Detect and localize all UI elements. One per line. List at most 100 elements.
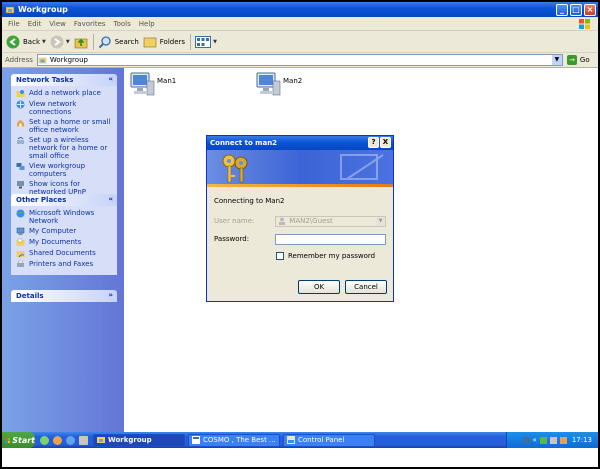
task-setup-wireless-network[interactable]: Set up a wireless network for a home or … — [16, 136, 113, 160]
menu-edit[interactable]: Edit — [28, 20, 42, 28]
computer-man2[interactable]: Man2 — [255, 71, 302, 97]
network-tasks-title: Network Tasks — [16, 76, 74, 84]
task-add-network-place[interactable]: Add a network place — [16, 89, 113, 98]
password-label: Password: — [214, 235, 250, 243]
other-places-header[interactable]: Other Places « — [11, 194, 117, 206]
go-label: Go — [579, 56, 590, 64]
resolution-watermark: [1024x768] http://upic.me/ — [447, 448, 588, 458]
place-my-computer[interactable]: My Computer — [16, 227, 113, 236]
add-network-place-icon — [16, 90, 25, 97]
folders-icon — [143, 37, 157, 47]
network-tasks-panel: Network Tasks « Add a network place View… — [11, 74, 117, 210]
details-panel: Details » — [11, 290, 117, 302]
username-label: User name: — [214, 217, 255, 225]
task-control-panel[interactable]: Control Panel — [283, 433, 375, 447]
chevron-down-icon[interactable]: ▼ — [551, 55, 562, 65]
help-button[interactable]: ? — [368, 137, 379, 148]
task-setup-home-network[interactable]: Set up a home or small office network — [16, 118, 113, 134]
computer-label: Man2 — [283, 77, 303, 85]
my-documents-icon — [16, 238, 25, 246]
place-printers-and-faxes[interactable]: Printers and Faxes — [16, 260, 113, 269]
quicklaunch-icon[interactable] — [53, 435, 62, 445]
close-button[interactable]: × — [584, 3, 596, 16]
views-icon — [195, 35, 212, 48]
chevron-down-icon[interactable]: ▼ — [213, 39, 217, 45]
toolbar-separator — [190, 33, 192, 50]
ok-button[interactable]: OK — [298, 280, 340, 294]
wireless-network-icon — [17, 137, 24, 144]
menu-help[interactable]: Help — [139, 20, 155, 28]
task-workgroup[interactable]: Workgroup — [93, 433, 185, 447]
workgroup-computer-icon — [256, 72, 281, 96]
tray-expand-icon[interactable]: « — [533, 436, 537, 444]
views-button[interactable]: ▼ — [195, 33, 217, 51]
task-cosmo[interactable]: COSMO , The Best ... — [188, 433, 280, 447]
password-input[interactable] — [275, 233, 386, 245]
chevron-down-icon: ▼ — [376, 216, 385, 226]
dialog-close-button[interactable]: X — [380, 137, 391, 148]
network-watermark-icon — [340, 154, 384, 180]
workgroup-computer-icon — [130, 72, 155, 96]
title-bar: Workgroup _ □ × — [2, 2, 598, 17]
menu-file[interactable]: File — [8, 20, 20, 28]
remember-password-checkbox[interactable] — [276, 252, 284, 260]
forward-button[interactable]: ▼ — [50, 33, 70, 51]
chevron-down-icon[interactable]: ▼ — [66, 39, 70, 45]
network-folder-icon — [97, 437, 105, 443]
quicklaunch-icon[interactable] — [79, 435, 88, 445]
place-my-documents[interactable]: My Documents — [16, 238, 113, 247]
go-button[interactable]: → Go — [566, 55, 590, 65]
details-title: Details — [16, 292, 44, 300]
address-input[interactable]: Workgroup ▼ — [36, 54, 563, 66]
connect-dialog: Connect to man2 ? X Connecting to Man2 U… — [206, 135, 394, 302]
maximize-button[interactable]: □ — [570, 3, 582, 16]
username-value: MAN2\Guest — [289, 217, 333, 225]
menu-view[interactable]: View — [49, 20, 66, 28]
network-tray-icon[interactable] — [539, 436, 547, 444]
start-button[interactable]: Start — [2, 432, 35, 448]
username-combobox: MAN2\Guest ▼ — [275, 215, 386, 227]
control-panel-icon — [287, 436, 295, 444]
menu-tools[interactable]: Tools — [114, 20, 131, 28]
menu-favorites[interactable]: Favorites — [74, 20, 106, 28]
start-label: Start — [12, 435, 35, 445]
window-title: Workgroup — [18, 5, 68, 14]
back-button[interactable]: Back ▼ — [6, 33, 46, 51]
search-label: Search — [114, 37, 139, 46]
minimize-button[interactable]: _ — [556, 3, 568, 16]
collapse-chevron-icon[interactable]: « — [108, 195, 113, 203]
place-shared-documents[interactable]: Shared Documents — [16, 249, 113, 258]
search-button[interactable]: Search — [98, 33, 139, 51]
expand-chevron-icon[interactable]: » — [108, 291, 113, 299]
volume-icon[interactable] — [549, 436, 557, 444]
workgroup-computers-icon — [16, 163, 25, 170]
windows-logo-icon — [5, 437, 11, 443]
task-view-network-connections[interactable]: View network connections — [16, 100, 113, 116]
up-button[interactable] — [74, 33, 88, 51]
computer-label: Man1 — [157, 77, 177, 85]
address-value: Workgroup — [49, 56, 88, 64]
collapse-chevron-icon[interactable]: « — [108, 75, 113, 83]
quicklaunch-icon[interactable] — [66, 435, 75, 445]
shared-documents-icon — [16, 251, 25, 258]
computer-man1[interactable]: Man1 — [129, 71, 176, 97]
browser-icon — [192, 436, 200, 444]
details-header[interactable]: Details » — [11, 290, 117, 302]
task-view-workgroup-computers[interactable]: View workgroup computers — [16, 162, 113, 178]
system-tray: « 17:13 — [506, 432, 598, 448]
chevron-down-icon[interactable]: ▼ — [42, 39, 46, 45]
cancel-button[interactable]: Cancel — [345, 280, 387, 294]
security-icon[interactable] — [559, 436, 567, 444]
folders-button[interactable]: Folders — [143, 33, 185, 51]
network-connections-icon — [16, 100, 25, 109]
explorer-window: Workgroup _ □ × File Edit View Favorites… — [2, 2, 598, 467]
globe-network-icon — [16, 209, 25, 218]
other-places-panel: Other Places « Microsoft Windows Network… — [11, 194, 117, 275]
address-label: Address — [5, 56, 33, 64]
network-tasks-header[interactable]: Network Tasks « — [11, 74, 117, 86]
quicklaunch-icon[interactable] — [40, 435, 49, 445]
back-arrow-icon — [6, 35, 20, 48]
clock: 17:13 — [571, 436, 592, 444]
language-icon[interactable] — [522, 436, 530, 444]
place-microsoft-windows-network[interactable]: Microsoft Windows Network — [16, 209, 113, 225]
